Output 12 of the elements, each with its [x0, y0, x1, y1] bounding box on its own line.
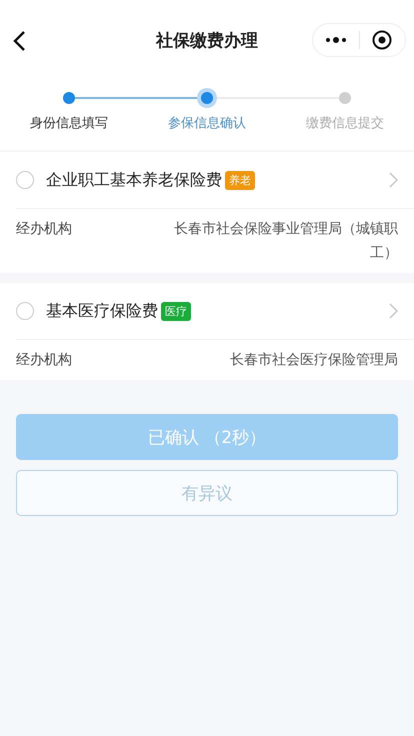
step-label: 身份信息填写: [30, 115, 108, 132]
field-value: 长春市社会保险事业管理局（城镇职工）: [173, 220, 398, 263]
field-label: 经办机构: [16, 351, 72, 370]
page-title: 社保缴费办理: [156, 30, 258, 52]
category-tag: 医疗: [161, 302, 191, 320]
step-label: 参保信息确认: [168, 115, 246, 132]
insurance-name: 企业职工基本养老保险费: [46, 170, 222, 190]
field-label: 经办机构: [16, 220, 72, 239]
field-value: 长春市社会医疗保险管理局: [230, 351, 398, 370]
category-tag: 养老: [225, 170, 255, 190]
insurance-name: 基本医疗保险费: [46, 300, 158, 322]
step-label: 缴费信息提交: [306, 115, 384, 132]
